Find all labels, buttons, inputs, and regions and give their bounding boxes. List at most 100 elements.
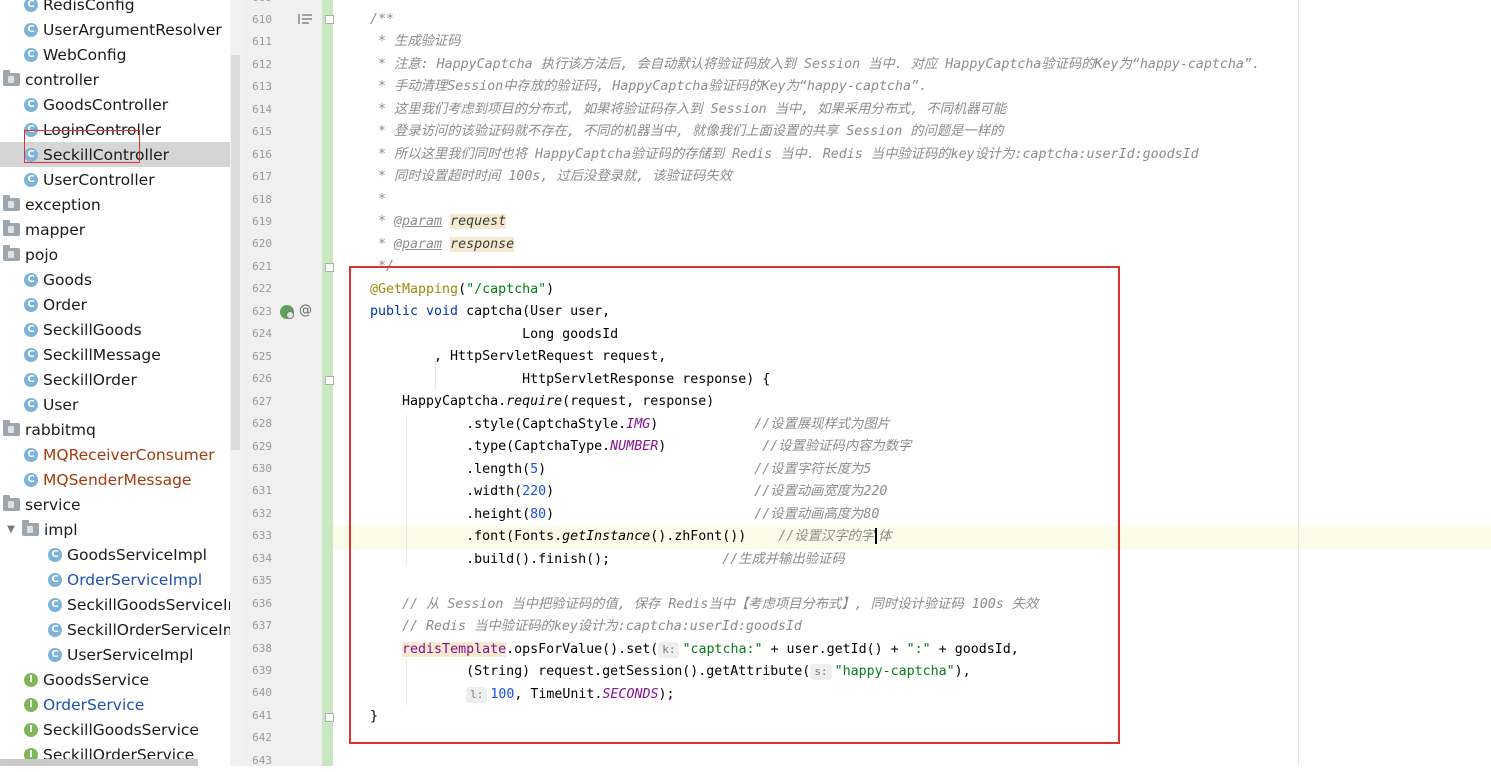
tree-item[interactable]: C MQReceiverConsumer — [0, 442, 230, 467]
tree-item[interactable]: C RedisConfig — [0, 0, 230, 17]
line-number: 617 — [252, 170, 272, 184]
line-number: 640 — [252, 686, 272, 700]
tree-item[interactable]: mapper — [0, 217, 230, 242]
tree-item[interactable]: C WebConfig — [0, 42, 230, 67]
tree-item[interactable]: C SeckillGoodsServiceImpl — [0, 592, 230, 617]
code-line-612: * 注意: HappyCaptcha 执行该方法后, 会自动默认将验证码放入到 … — [370, 57, 1260, 72]
tree-item[interactable]: pojo — [0, 242, 230, 267]
class-icon: C — [24, 472, 38, 487]
tree-item[interactable]: C GoodsController — [0, 92, 230, 117]
tree-item[interactable]: service — [0, 492, 230, 517]
tree-scrollbar-thumb[interactable] — [231, 55, 240, 450]
code-line-610: /** — [370, 12, 395, 27]
javadoc-param-name: response — [450, 237, 515, 252]
line-number: 634 — [252, 551, 272, 565]
line-number: 614 — [252, 102, 272, 116]
fold-marker[interactable] — [325, 376, 334, 385]
class-icon: C — [24, 447, 38, 462]
tree-item-label: service — [25, 495, 81, 514]
class-icon: C — [48, 597, 62, 612]
tree-item[interactable]: C SeckillMessage — [0, 342, 230, 367]
tree-item-label: SeckillOrder — [43, 370, 137, 389]
tree-item-label: SeckillOrderServiceImpl — [67, 620, 230, 639]
code-line-620: * @param response — [370, 234, 515, 257]
line-number: 625 — [252, 349, 272, 363]
line-number: 620 — [252, 237, 272, 251]
class-icon: C — [24, 347, 38, 362]
line-number: 626 — [252, 372, 272, 386]
class-icon: C — [24, 97, 38, 112]
tree-item[interactable]: C MQSenderMessage — [0, 467, 230, 492]
line-number: 636 — [252, 596, 272, 610]
fold-marker[interactable] — [325, 263, 334, 272]
tree-item-label: SeckillMessage — [43, 345, 161, 364]
line-number: 619 — [252, 215, 272, 228]
tree-item[interactable]: C UserServiceImpl — [0, 642, 230, 667]
tree-item-label: rabbitmq — [25, 420, 96, 439]
tree-item-label: controller — [25, 70, 99, 89]
annotation-at-icon[interactable]: @ — [299, 303, 312, 318]
tree-item[interactable]: C GoodsServiceImpl — [0, 542, 230, 567]
tree-item[interactable]: C User — [0, 392, 230, 417]
tree-item[interactable]: rabbitmq — [0, 417, 230, 442]
class-icon: C — [24, 322, 38, 337]
line-number: 628 — [252, 417, 272, 431]
tree-item-label: OrderServiceImpl — [67, 570, 203, 589]
endpoint-icon[interactable] — [280, 305, 294, 319]
package-folder-icon — [3, 70, 20, 86]
tree-item-label: GoodsServiceImpl — [67, 545, 207, 564]
tree-item[interactable]: controller — [0, 67, 230, 92]
line-number: 631 — [252, 484, 272, 498]
tree-item[interactable]: C SeckillOrder — [0, 367, 230, 392]
fold-marker[interactable] — [325, 15, 334, 24]
line-number: 641 — [252, 708, 272, 722]
tree-item-label: MQSenderMessage — [43, 470, 192, 489]
line-number: 613 — [252, 80, 272, 94]
tree-item[interactable]: I SeckillGoodsService — [0, 717, 230, 742]
tree-item-label: RedisConfig — [43, 0, 135, 14]
code-line-616: * 所以这里我们同时也将 HappyCaptcha验证码的存储到 Redis 当… — [370, 147, 1199, 162]
package-folder-icon — [3, 245, 20, 261]
tree-item[interactable]: C OrderServiceImpl — [0, 567, 230, 592]
class-icon: C — [24, 0, 38, 12]
line-number: 630 — [252, 461, 272, 475]
tree-item[interactable]: ▼ impl — [0, 517, 230, 542]
class-icon: C — [48, 622, 62, 637]
interface-icon: I — [24, 722, 38, 737]
tree-item[interactable]: C Goods — [0, 267, 230, 292]
line-number: 639 — [252, 664, 272, 677]
package-folder-icon — [3, 420, 20, 436]
tree-item[interactable]: C Order — [0, 292, 230, 317]
class-icon: C — [48, 572, 62, 587]
tree-item-label: WebConfig — [43, 45, 127, 64]
line-number: 633 — [252, 529, 272, 543]
line-number: 623 — [252, 304, 272, 318]
line-number: 615 — [252, 125, 272, 139]
class-icon: C — [48, 547, 62, 562]
tree-item[interactable]: exception — [0, 192, 230, 217]
fold-marker[interactable] — [325, 713, 334, 722]
tree-item[interactable]: I GoodsService — [0, 667, 230, 692]
tree-item-label: SeckillGoods — [43, 320, 142, 339]
doc-render-icon[interactable] — [298, 13, 312, 25]
javadoc-param-tag: @param — [394, 214, 443, 229]
tree-item-label: GoodsController — [43, 95, 169, 114]
class-icon: C — [24, 272, 38, 287]
package-folder-icon — [22, 520, 39, 536]
tree-horizontal-scrollbar[interactable] — [0, 759, 198, 766]
code-line-613: * 手动清理Session中存放的验证码, HappyCaptcha验证码的Ke… — [370, 79, 927, 94]
tree-item[interactable]: C SeckillOrderServiceImpl — [0, 617, 230, 642]
tree-item-label: Goods — [43, 270, 92, 289]
class-icon: C — [24, 372, 38, 387]
tree-item[interactable]: C UserArgumentResolver — [0, 17, 230, 42]
project-tree[interactable]: C RedisConfig C UserArgumentResolver C WebCon… — [0, 0, 230, 766]
tree-item[interactable]: C SeckillGoods — [0, 317, 230, 342]
highlight-box-captcha-method — [349, 266, 1120, 744]
expand-arrow-icon[interactable]: ▼ — [4, 524, 18, 535]
package-folder-icon — [3, 495, 20, 511]
tree-item[interactable]: C UserController — [0, 167, 230, 192]
tree-item[interactable]: I OrderService — [0, 692, 230, 717]
line-number: 611 — [252, 35, 272, 49]
line-number: 616 — [252, 147, 272, 161]
